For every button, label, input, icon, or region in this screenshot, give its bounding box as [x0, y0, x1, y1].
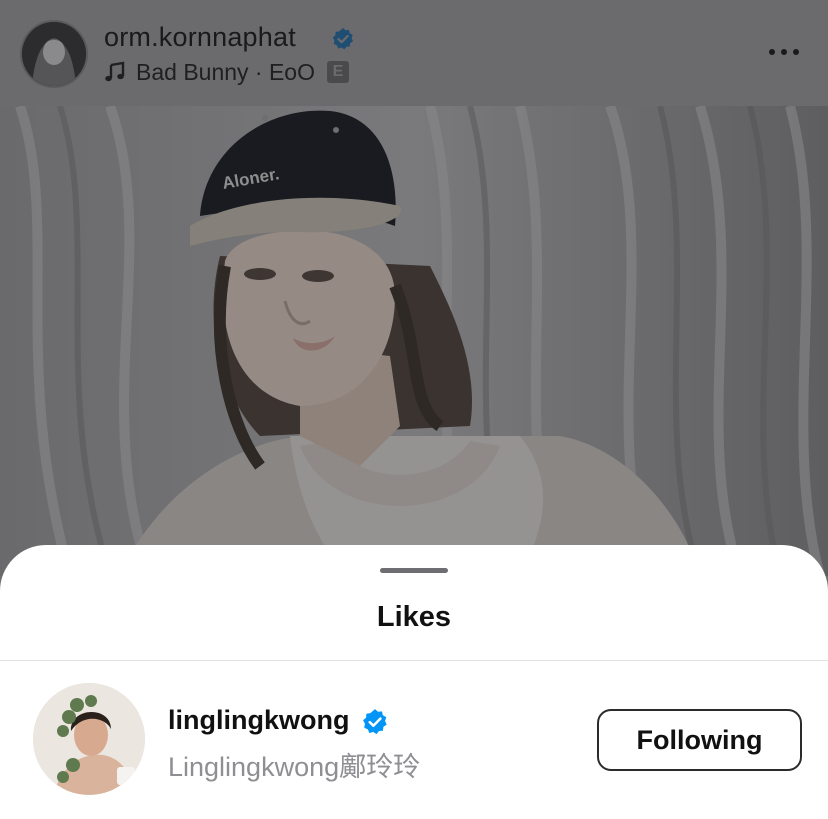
sheet-divider [0, 660, 828, 661]
like-full-name: Linglingkwong鄺玲玲 [168, 752, 421, 782]
post-photo[interactable]: Aloner. [0, 106, 828, 576]
likes-sheet: Likes linglingkwong Linglingkwong鄺玲玲 Fol… [0, 545, 828, 819]
sheet-grabber[interactable] [380, 568, 448, 573]
post-author-avatar[interactable] [22, 22, 86, 86]
post-author-username[interactable]: orm.kornnaphat [104, 22, 296, 53]
avatar[interactable] [33, 683, 145, 795]
post-header: orm.kornnaphat Bad Bunny · EoO E [0, 0, 828, 106]
music-note-icon [105, 61, 125, 82]
sheet-title: Likes [376, 601, 452, 633]
music-track-text: Bad Bunny · EoO [136, 58, 315, 85]
explicit-icon: E [327, 61, 349, 83]
verified-badge-icon [363, 709, 387, 735]
music-attribution[interactable]: Bad Bunny · EoO E [104, 58, 349, 86]
list-item[interactable]: linglingkwong Linglingkwong鄺玲玲 Following [0, 675, 828, 805]
following-button[interactable]: Following [597, 709, 802, 771]
more-options-icon[interactable] [766, 40, 802, 64]
like-username[interactable]: linglingkwong [168, 705, 349, 736]
verified-badge-icon [332, 28, 353, 50]
